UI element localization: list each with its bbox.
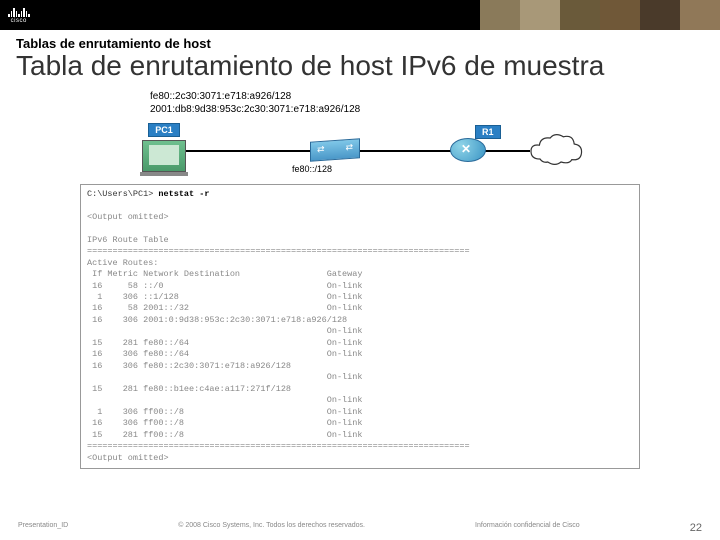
separator-bottom: ========================================… [87,441,470,451]
pc-ipv6-linklocal: fe80::2c30:3071:e718:a926/128 [150,90,640,103]
network-diagram: fe80::2c30:3071:e718:a926/128 2001:db8:9… [80,90,640,180]
router-icon [450,138,486,162]
header-bar: cisco [0,0,720,30]
route-row: On-link [87,395,362,405]
slide-content: Tablas de enrutamiento de host Tabla de … [0,30,720,469]
pc-base-icon [140,172,188,176]
topology-row: PC1 fe80::/128 R1 [80,120,640,180]
route-row: 16 58 ::/0 On-link [87,281,362,291]
route-row: On-link [87,326,362,336]
cloud-icon [520,132,590,168]
pc-icon [142,140,186,172]
route-row: 16 58 2001::/32 On-link [87,303,362,313]
cisco-bars-icon [8,7,30,17]
route-row: 15 281 fe80::/64 On-link [87,338,362,348]
footer-center: © 2008 Cisco Systems, Inc. Todos los der… [178,522,365,534]
route-row: 16 306 fe80::2c30:3071:e718:a926/128 [87,361,291,371]
route-row: 16 306 ff00::/8 On-link [87,418,362,428]
pc-ip-labels: fe80::2c30:3071:e718:a926/128 2001:db8:9… [150,90,640,116]
pc-node: PC1 [140,120,188,176]
active-routes-label: Active Routes: [87,258,158,268]
separator-top: ========================================… [87,246,470,256]
route-columns: If Metric Network Destination Gateway [87,269,362,279]
switch-net-label: fe80::/128 [290,164,334,174]
cisco-logo: cisco [8,7,30,24]
route-row: On-link [87,372,362,382]
terminal-output: C:\Users\PC1> netstat -r <Output omitted… [80,184,640,469]
footer: Presentation_ID © 2008 Cisco Systems, In… [0,522,720,534]
route-row: 15 281 fe80::b1ee:c4ae:a117:271f/128 [87,384,291,394]
pc-ipv6-global: 2001:db8:9d38:953c:2c30:3071:e718:a926/1… [150,103,640,116]
terminal-command: netstat -r [158,189,209,199]
router-label: R1 [475,125,501,139]
page-number: 22 [690,522,702,534]
route-row: 1 306 ff00::/8 On-link [87,407,362,417]
footer-right: Información confidencial de Cisco [475,522,580,534]
route-row: 16 306 2001:0:9d38:953c:2c30:3071:e718:a… [87,315,347,325]
brand-text: cisco [11,18,27,24]
route-row: 1 306 ::1/128 On-link [87,292,362,302]
route-row: 16 306 fe80::/64 On-link [87,349,362,359]
terminal-prompt: C:\Users\PC1> [87,189,153,199]
people-photo-strip [480,0,720,30]
route-table-heading: IPv6 Route Table [87,235,169,245]
page-title: Tabla de enrutamiento de host IPv6 de mu… [16,51,704,82]
output-omitted-bottom: <Output omitted> [87,453,169,463]
switch-icon [310,138,360,161]
footer-left: Presentation_ID [18,522,68,534]
output-omitted-top: <Output omitted> [87,212,169,222]
pc-label: PC1 [148,123,180,137]
breadcrumb: Tablas de enrutamiento de host [16,36,704,51]
route-row: 15 281 ff00::/8 On-link [87,430,362,440]
